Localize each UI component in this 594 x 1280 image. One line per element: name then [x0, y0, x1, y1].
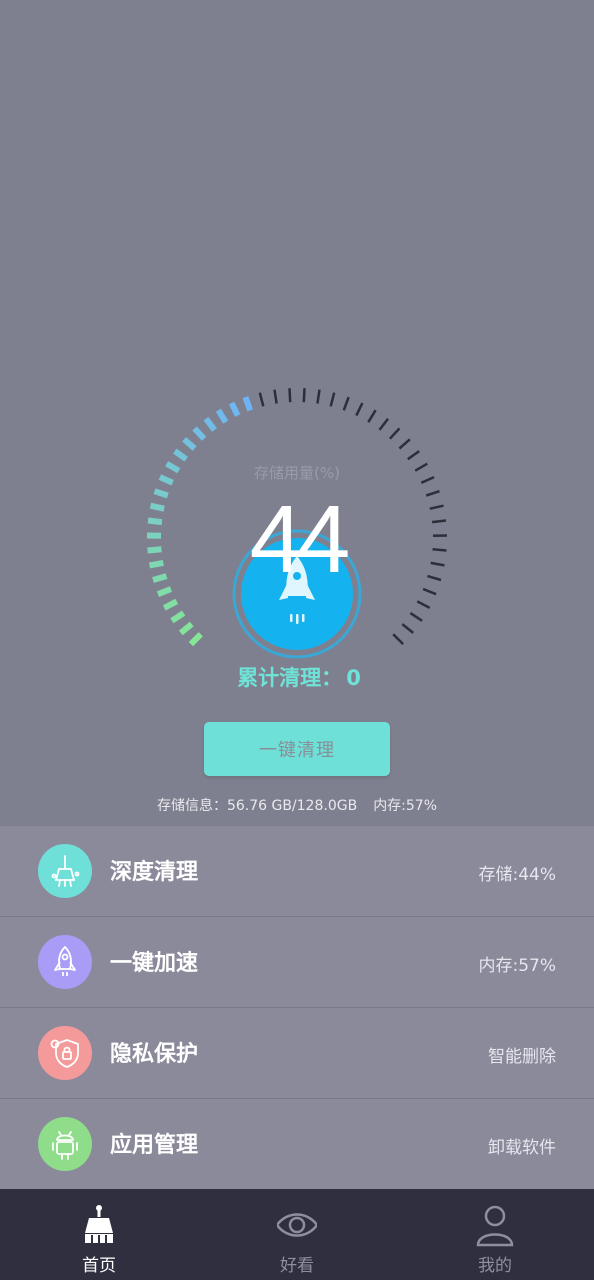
gauge-tick [182, 437, 197, 451]
gauge-tick [258, 392, 265, 407]
gauge-tick [173, 448, 188, 462]
gauge-tick [228, 401, 241, 417]
clean-total-label: 累计清理： [237, 666, 343, 690]
feature-title: 隐私保护 [110, 1042, 199, 1067]
nav-label: 首页 [82, 1256, 116, 1276]
clean-total-value: 0 [346, 666, 361, 690]
bottom-nav: 首页 好看 我的 [0, 1189, 594, 1280]
feature-app-manage[interactable]: 应用管理 卸载软件 [0, 1099, 594, 1190]
feature-privacy[interactable]: 隐私保护 智能删除 [0, 1008, 594, 1099]
gauge-caption: 存储用量(%) [254, 464, 340, 482]
feature-meta: 存储:44% [478, 865, 556, 885]
gauge-tick [288, 388, 292, 403]
gauge-tick [316, 389, 321, 404]
nav-mine[interactable]: 我的 [396, 1189, 594, 1280]
gauge-tick [203, 416, 217, 432]
user-icon [476, 1205, 514, 1247]
memory-info-text: 内存:57% [373, 798, 438, 814]
android-icon [52, 1131, 78, 1160]
gauge-tick [342, 396, 350, 411]
gauge-tick [367, 409, 377, 423]
nav-home[interactable]: 首页 [0, 1189, 198, 1280]
storage-info-text: 存储信息：56.76 GB/128.0GB [156, 798, 358, 814]
broom-icon [85, 1205, 113, 1243]
feature-title: 应用管理 [110, 1133, 199, 1158]
feature-deep-clean[interactable]: 深度清理 存储:44% [0, 826, 594, 917]
feature-list: 深度清理 存储:44% 一键加速 内存:57% 隐私保护 智能删除 应用管理 卸… [0, 826, 594, 1190]
gauge-tick [355, 402, 364, 417]
gauge-tick [242, 396, 254, 412]
nav-label: 我的 [478, 1256, 512, 1276]
gauge-tick [407, 450, 420, 461]
gauge-tick [273, 389, 278, 404]
rocket-icon [54, 946, 76, 976]
feature-icon-circle [38, 1117, 92, 1171]
feature-icon-circle [38, 844, 92, 898]
eye-icon [277, 1213, 317, 1237]
feature-title: 一键加速 [110, 951, 199, 976]
one-key-clean-button[interactable]: 一键清理 [204, 722, 390, 776]
hero-section: 存储用量(%) 44 累计清理： 0 一键清理 存储信息：56.76 GB/128… [0, 0, 594, 826]
storage-info: 存储信息：56.76 GB/128.0GB 内存:57% [0, 795, 594, 815]
feature-speed-up[interactable]: 一键加速 内存:57% [0, 917, 594, 1008]
feature-meta: 智能删除 [488, 1047, 556, 1067]
broom-icon [51, 855, 80, 887]
gauge-value: 44 [249, 486, 351, 593]
feature-icon-circle [38, 935, 92, 989]
feature-meta: 卸载软件 [488, 1138, 556, 1158]
feature-title: 深度清理 [110, 860, 199, 885]
gauge-tick [192, 426, 207, 441]
gauge-tick [302, 388, 306, 403]
gauge-tick [388, 427, 401, 440]
gauge-tick [215, 408, 229, 424]
gauge-tick [398, 438, 411, 450]
clean-total: 累计清理： 0 [0, 662, 594, 692]
gauge-tick [378, 417, 389, 431]
feature-icon-circle [38, 1026, 92, 1080]
shield-icon [50, 1039, 79, 1068]
nav-watch[interactable]: 好看 [198, 1189, 396, 1280]
gauge-tick [329, 392, 336, 407]
nav-label: 好看 [280, 1256, 314, 1276]
feature-meta: 内存:57% [478, 956, 556, 976]
